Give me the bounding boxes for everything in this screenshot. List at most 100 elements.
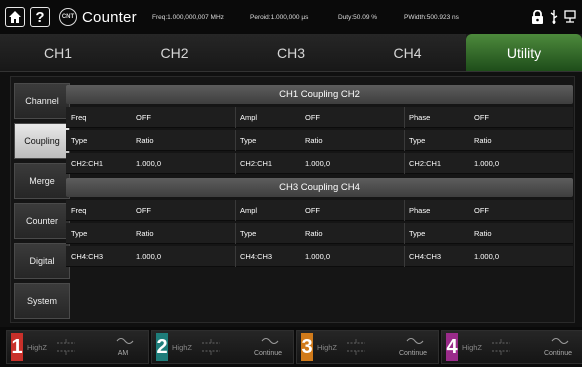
coupling-row: Freq OFF Ampl OFF Phase OFF xyxy=(66,200,573,221)
coupling-param-label: Freq xyxy=(71,113,87,122)
coupling-param-label: Phase xyxy=(409,113,431,122)
coupling-param-value[interactable]: Ratio xyxy=(136,130,154,151)
coupling-row: CH2:CH1 1.000,0 CH2:CH1 1.000,0 CH2:CH1 1.000… xyxy=(66,153,573,174)
sidebar-item-counter[interactable]: Counter xyxy=(14,203,70,239)
coupling-param-value[interactable]: OFF xyxy=(136,107,151,128)
channel-impedance: HighZ xyxy=(172,342,193,352)
coupling-param-value[interactable]: OFF xyxy=(474,107,489,128)
pwidth-readout: PWidth:500.923 ns xyxy=(404,14,459,21)
coupling-param-label: Type xyxy=(71,136,88,145)
status-bar: ? CNT Counter Freq:1.000,000,007 MHz Per… xyxy=(0,0,582,34)
output-off-icon xyxy=(347,339,365,355)
channel-number: 4 xyxy=(446,333,458,361)
column-divider xyxy=(235,107,236,128)
coupling-param-value[interactable]: OFF xyxy=(136,200,151,221)
coupling-param-value[interactable]: 1.000,0 xyxy=(305,246,330,267)
coupling-param-value[interactable]: 1.000,0 xyxy=(136,153,161,174)
coupling-group-header: CH3 Coupling CH4 xyxy=(66,178,573,197)
coupling-param-value[interactable]: Ratio xyxy=(474,130,492,151)
screen: ? CNT Counter Freq:1.000,000,007 MHz Per… xyxy=(0,0,582,367)
channel-3-status[interactable]: 3 HighZ Continue xyxy=(296,330,439,364)
tab-ch3[interactable]: CH3 xyxy=(233,34,349,71)
channel-4-status[interactable]: 4 HighZ Continue xyxy=(441,330,582,364)
coupling-param-label: Type xyxy=(240,229,257,238)
column-divider xyxy=(404,246,405,267)
duty-readout: Duty:50.09 % xyxy=(338,14,378,21)
channel-mode: Continue xyxy=(253,350,283,357)
channel-2-status[interactable]: 2 HighZ Continue xyxy=(151,330,294,364)
coupling-param-value[interactable]: 1.000,0 xyxy=(305,153,330,174)
coupling-param-value[interactable]: OFF xyxy=(305,200,320,221)
status-icons xyxy=(531,10,576,24)
coupling-param-label: Type xyxy=(409,229,426,238)
coupling-param-label: CH2:CH1 xyxy=(240,159,273,168)
sidebar-item-system[interactable]: System xyxy=(14,283,70,319)
output-off-icon xyxy=(57,339,75,355)
sine-wave-icon xyxy=(261,337,279,345)
channel-1-status[interactable]: 1 HighZ AM xyxy=(6,330,149,364)
coupling-param-label: Type xyxy=(71,229,88,238)
sidebar-item-label: Merge xyxy=(29,176,55,186)
channel-mode: Continue xyxy=(398,350,428,357)
sine-wave-icon xyxy=(116,337,134,345)
sidebar-item-coupling[interactable]: Coupling xyxy=(14,123,70,159)
channel-mode: AM xyxy=(117,350,129,357)
tab-label: CH3 xyxy=(276,44,305,61)
coupling-param-value[interactable]: Ratio xyxy=(136,223,154,244)
column-divider xyxy=(235,223,236,244)
column-divider xyxy=(404,223,405,244)
column-divider xyxy=(404,200,405,221)
column-divider xyxy=(404,130,405,151)
network-icon xyxy=(564,10,576,23)
sidebar-item-label: Channel xyxy=(25,96,59,106)
app-title: Counter xyxy=(82,8,137,26)
sidebar-item-label: Coupling xyxy=(24,136,60,146)
coupling-row: CH4:CH3 1.000,0 CH4:CH3 1.000,0 CH4:CH3 1.000… xyxy=(66,246,573,267)
sidebar-item-label: System xyxy=(26,296,57,306)
sidebar-item-digital[interactable]: Digital xyxy=(14,243,70,279)
counter-icon-text: CNT xyxy=(61,14,75,20)
tab-utility[interactable]: Utility xyxy=(466,34,582,71)
freq-readout: Freq:1.000,000,007 MHz xyxy=(152,14,224,21)
utility-panel: Channel Coupling Merge Counter Digital S… xyxy=(10,76,575,323)
column-divider xyxy=(235,130,236,151)
coupling-row: Type Ratio Type Ratio Type Ratio xyxy=(66,223,573,244)
coupling-param-value[interactable]: Ratio xyxy=(474,223,492,244)
coupling-param-label: Type xyxy=(240,136,257,145)
coupling-param-value[interactable]: OFF xyxy=(474,200,489,221)
coupling-group-header: CH1 Coupling CH2 xyxy=(66,85,573,104)
help-label: ? xyxy=(35,8,45,26)
tab-ch4[interactable]: CH4 xyxy=(349,34,466,71)
counter-icon: CNT xyxy=(59,8,77,26)
sidebar-item-channel[interactable]: Channel xyxy=(14,83,70,119)
sidebar-item-merge[interactable]: Merge xyxy=(14,163,70,199)
coupling-param-label: Freq xyxy=(71,206,87,215)
coupling-param-value[interactable]: 1.000,0 xyxy=(136,246,161,267)
coupling-param-value[interactable]: Ratio xyxy=(305,223,323,244)
coupling-param-label: Ampl xyxy=(240,113,258,122)
output-off-icon xyxy=(492,339,510,355)
coupling-row: Freq OFF Ampl OFF Phase OFF xyxy=(66,107,573,128)
coupling-param-value[interactable]: Ratio xyxy=(305,130,323,151)
channel-impedance: HighZ xyxy=(317,342,338,352)
coupling-param-label: Phase xyxy=(409,206,431,215)
coupling-param-value[interactable]: 1.000,0 xyxy=(474,153,499,174)
tab-label: CH2 xyxy=(160,44,189,61)
channel-impedance: HighZ xyxy=(462,342,483,352)
column-divider xyxy=(235,200,236,221)
home-button[interactable] xyxy=(5,7,25,27)
tab-label: CH1 xyxy=(43,44,72,61)
utility-sidebar: Channel Coupling Merge Counter Digital S… xyxy=(14,81,70,321)
column-divider xyxy=(235,246,236,267)
tab-ch1[interactable]: CH1 xyxy=(0,34,116,71)
coupling-param-label: Type xyxy=(409,136,426,145)
lock-icon xyxy=(532,10,543,24)
tab-ch2[interactable]: CH2 xyxy=(116,34,233,71)
coupling-param-value[interactable]: 1.000,0 xyxy=(474,246,499,267)
sine-wave-icon xyxy=(551,337,569,345)
help-button[interactable]: ? xyxy=(30,7,50,27)
coupling-param-value[interactable]: OFF xyxy=(305,107,320,128)
coupling-param-label: CH2:CH1 xyxy=(409,159,442,168)
coupling-param-label: Ampl xyxy=(240,206,258,215)
coupling-row: Type Ratio Type Ratio Type Ratio xyxy=(66,130,573,151)
